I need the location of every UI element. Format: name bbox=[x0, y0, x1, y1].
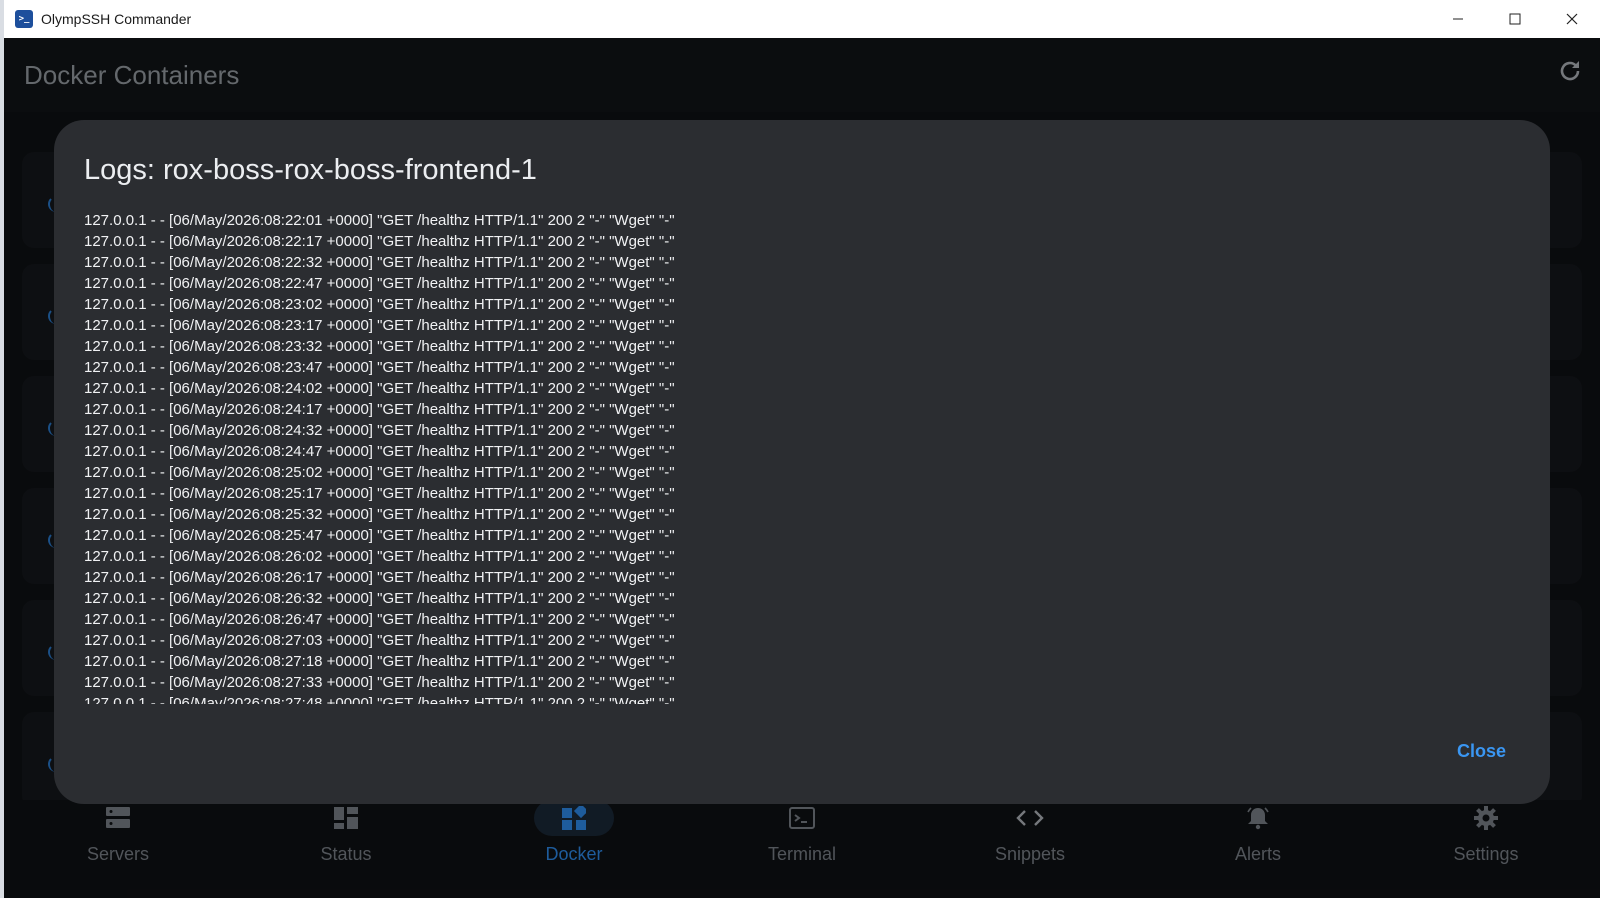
log-line: 127.0.0.1 - - [06/May/2026:08:27:48 +000… bbox=[84, 695, 675, 704]
maximize-icon[interactable] bbox=[1486, 0, 1543, 38]
minimize-icon[interactable] bbox=[1429, 0, 1486, 38]
log-line: 127.0.0.1 - - [06/May/2026:08:23:02 +000… bbox=[84, 296, 675, 313]
log-line: 127.0.0.1 - - [06/May/2026:08:24:17 +000… bbox=[84, 401, 675, 418]
log-line: 127.0.0.1 - - [06/May/2026:08:22:01 +000… bbox=[84, 212, 675, 229]
log-line: 127.0.0.1 - - [06/May/2026:08:25:47 +000… bbox=[84, 527, 675, 544]
log-line: 127.0.0.1 - - [06/May/2026:08:25:17 +000… bbox=[84, 485, 675, 502]
app-logo-icon: >_ bbox=[15, 10, 33, 28]
close-button[interactable]: Close bbox=[1457, 741, 1506, 762]
window-controls bbox=[1429, 0, 1600, 38]
log-line: 127.0.0.1 - - [06/May/2026:08:26:47 +000… bbox=[84, 611, 675, 628]
log-line: 127.0.0.1 - - [06/May/2026:08:27:18 +000… bbox=[84, 653, 675, 670]
log-line: 127.0.0.1 - - [06/May/2026:08:24:32 +000… bbox=[84, 422, 675, 439]
log-line: 127.0.0.1 - - [06/May/2026:08:25:02 +000… bbox=[84, 464, 675, 481]
app-window: >_ OlympSSH Commander Docker Containers bbox=[4, 0, 1600, 898]
log-line: 127.0.0.1 - - [06/May/2026:08:27:03 +000… bbox=[84, 632, 675, 649]
log-output[interactable]: 127.0.0.1 - - [06/May/2026:08:22:01 +000… bbox=[84, 210, 724, 704]
log-line: 127.0.0.1 - - [06/May/2026:08:24:47 +000… bbox=[84, 443, 675, 460]
logs-dialog: Logs: rox-boss-rox-boss-frontend-1 127.0… bbox=[54, 120, 1550, 804]
log-line: 127.0.0.1 - - [06/May/2026:08:22:17 +000… bbox=[84, 233, 675, 250]
log-line: 127.0.0.1 - - [06/May/2026:08:26:02 +000… bbox=[84, 548, 675, 565]
log-line: 127.0.0.1 - - [06/May/2026:08:22:32 +000… bbox=[84, 254, 675, 271]
log-line: 127.0.0.1 - - [06/May/2026:08:23:17 +000… bbox=[84, 317, 675, 334]
log-line: 127.0.0.1 - - [06/May/2026:08:26:17 +000… bbox=[84, 569, 675, 586]
log-line: 127.0.0.1 - - [06/May/2026:08:27:33 +000… bbox=[84, 674, 675, 691]
log-line: 127.0.0.1 - - [06/May/2026:08:25:32 +000… bbox=[84, 506, 675, 523]
title-bar: >_ OlympSSH Commander bbox=[4, 0, 1600, 38]
close-icon[interactable] bbox=[1543, 0, 1600, 38]
log-line: 127.0.0.1 - - [06/May/2026:08:24:02 +000… bbox=[84, 380, 675, 397]
window-title: OlympSSH Commander bbox=[41, 11, 192, 27]
dialog-title: Logs: rox-boss-rox-boss-frontend-1 bbox=[84, 154, 537, 186]
log-line: 127.0.0.1 - - [06/May/2026:08:22:47 +000… bbox=[84, 275, 675, 292]
log-line: 127.0.0.1 - - [06/May/2026:08:26:32 +000… bbox=[84, 590, 675, 607]
log-line: 127.0.0.1 - - [06/May/2026:08:23:47 +000… bbox=[84, 359, 675, 376]
log-line: 127.0.0.1 - - [06/May/2026:08:23:32 +000… bbox=[84, 338, 675, 355]
